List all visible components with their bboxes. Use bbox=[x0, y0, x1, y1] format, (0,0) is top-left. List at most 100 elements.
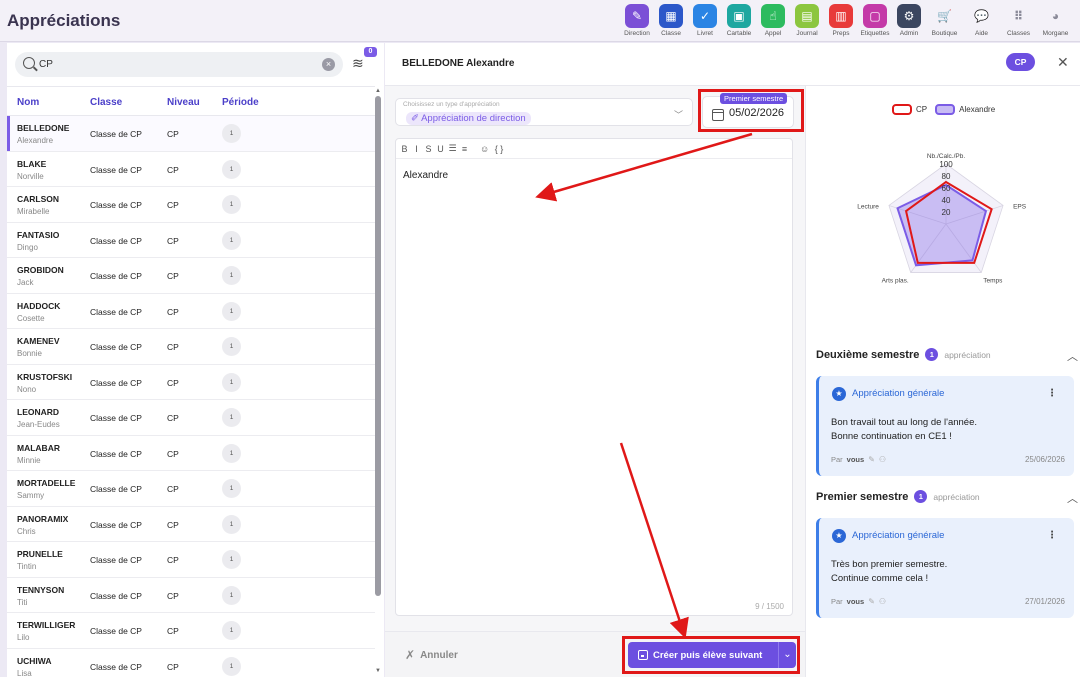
table-row[interactable]: BLAKE Norville Classe de CP CP 1 bbox=[7, 152, 375, 187]
table-row[interactable]: TERWILLIGER Lilo Classe de CP CP 1 bbox=[7, 613, 375, 649]
search-input[interactable] bbox=[39, 56, 309, 73]
student-class: Classe de CP bbox=[90, 661, 142, 672]
nav-label: Morgane bbox=[1042, 30, 1069, 37]
edit-icon[interactable]: ✎ bbox=[868, 597, 875, 606]
check-icon: ✓ bbox=[693, 4, 717, 28]
table-row[interactable]: MALABAR Minnie Classe de CP CP 1 bbox=[7, 436, 375, 471]
group-icon[interactable]: ⚇ bbox=[879, 597, 886, 606]
table-row[interactable]: MORTADELLE Sammy Classe de CP CP 1 bbox=[7, 471, 375, 507]
chevron-up-icon[interactable]: ︿ bbox=[1067, 490, 1078, 506]
appreciation-editor-zone: Choisissez un type d'appréciation ✐ Appr… bbox=[385, 86, 805, 677]
nav-item-aide[interactable]: 💬 Aide bbox=[963, 4, 1000, 37]
bullet-list-icon[interactable]: ☰ bbox=[448, 143, 457, 154]
legend-label-student: Alexandre bbox=[959, 105, 996, 114]
nav-item-morgane[interactable]: ◕ Morgane bbox=[1037, 4, 1074, 37]
underline-icon[interactable]: U bbox=[436, 144, 445, 154]
student-class: Classe de CP bbox=[90, 519, 142, 530]
table-row[interactable]: PANORAMIX Chris Classe de CP CP 1 bbox=[7, 507, 375, 542]
italic-icon[interactable]: I bbox=[412, 144, 421, 154]
student-last-name: BELLEDONE bbox=[17, 123, 70, 133]
group-icon[interactable]: ⚇ bbox=[879, 455, 886, 464]
table-row[interactable]: FANTASIO Dingo Classe de CP CP 1 bbox=[7, 223, 375, 258]
table-row[interactable]: GROBIDON Jack Classe de CP CP 1 bbox=[7, 258, 375, 294]
nav-item-journal[interactable]: ▤ Journal bbox=[790, 4, 824, 37]
table-row[interactable]: BELLEDONE Alexandre Classe de CP CP 1 bbox=[7, 116, 375, 152]
legend-swatch-cp[interactable] bbox=[892, 104, 912, 115]
radar-axis-label: Lecture bbox=[857, 203, 879, 210]
section-header[interactable]: Deuxième semestre 1 appréciation ︿ bbox=[816, 348, 1078, 364]
column-header-period[interactable]: Période bbox=[222, 97, 259, 108]
student-first-name: Jack bbox=[17, 278, 34, 287]
student-class: Classe de CP bbox=[90, 377, 142, 388]
search-icon bbox=[23, 57, 35, 69]
student-class: Classe de CP bbox=[90, 413, 142, 423]
student-last-name: TERWILLIGER bbox=[17, 620, 76, 630]
column-header-class[interactable]: Classe bbox=[90, 97, 122, 108]
chevron-up-icon[interactable]: ︿ bbox=[1067, 348, 1078, 364]
layers-icon[interactable]: ≋ bbox=[352, 56, 366, 70]
pen-icon: ✎ bbox=[625, 4, 649, 28]
student-first-name: Sammy bbox=[17, 491, 45, 500]
period-badge: 1 bbox=[222, 621, 241, 640]
table-row[interactable]: PRUNELLE Tintin Classe de CP CP 1 bbox=[7, 542, 375, 578]
emoji-icon[interactable]: ☺ bbox=[480, 144, 489, 154]
calendar-icon: ▤ bbox=[795, 4, 819, 28]
table-row[interactable]: TENNYSON Titi Classe de CP CP 1 bbox=[7, 578, 375, 613]
table-row[interactable]: HADDOCK Cosette Classe de CP CP 1 bbox=[7, 294, 375, 329]
table-row[interactable]: LEONARD Jean-Eudes Classe de CP CP 1 bbox=[7, 400, 375, 436]
column-header-name[interactable]: Nom bbox=[17, 97, 39, 108]
nav-label: Direction bbox=[624, 30, 650, 37]
nav-item-cartable[interactable]: ▣ Cartable bbox=[722, 4, 756, 37]
table-row[interactable]: KAMENEV Bonnie Classe de CP CP 1 bbox=[7, 329, 375, 365]
legend-swatch-student[interactable] bbox=[935, 104, 956, 115]
student-level: CP bbox=[167, 413, 179, 423]
student-level: CP bbox=[167, 342, 179, 352]
appreciation-card: ★ Appréciation générale ⋮ Bon travail to… bbox=[816, 376, 1074, 476]
scroll-down-arrow[interactable]: ▼ bbox=[375, 668, 381, 674]
table-row[interactable]: CARLSON Mirabelle Classe de CP CP 1 bbox=[7, 187, 375, 223]
rich-text-editor[interactable]: B I S U ☰ ≡ ☺{ } Alexandre 9 / 1500 bbox=[395, 138, 793, 616]
more-options-icon[interactable]: ⋮ bbox=[1047, 530, 1057, 541]
author-name: vous bbox=[846, 597, 865, 606]
nav-item-direction[interactable]: ✎ Direction bbox=[620, 4, 654, 37]
nav-item-preps[interactable]: ▥ Preps bbox=[824, 4, 858, 37]
nav-item-etiquettes[interactable]: ▢ Etiquettes bbox=[858, 4, 892, 37]
numbered-list-icon[interactable]: ≡ bbox=[460, 144, 469, 154]
close-icon[interactable]: ✕ bbox=[1057, 54, 1069, 71]
nav-item-appel[interactable]: ☝ Appel bbox=[756, 4, 790, 37]
appreciation-type-select[interactable]: Choisissez un type d'appréciation ✐ Appr… bbox=[395, 98, 693, 126]
student-first-name: Jean-Eudes bbox=[17, 420, 60, 429]
student-level: CP bbox=[167, 306, 179, 317]
card-title: Appréciation générale bbox=[852, 530, 945, 541]
nav-item-boutique[interactable]: 🛒 Boutique bbox=[926, 4, 963, 37]
scrollbar-thumb[interactable] bbox=[375, 96, 381, 596]
student-class: Classe de CP bbox=[90, 448, 142, 459]
nav-label: Classe bbox=[661, 30, 681, 37]
nav-label: Admin bbox=[899, 30, 919, 37]
nav-item-admin[interactable]: ⚙ Admin bbox=[892, 4, 926, 37]
period-badge: 1 bbox=[222, 266, 241, 285]
cancel-button[interactable]: ✗ Annuler bbox=[405, 648, 458, 662]
bold-icon[interactable]: B bbox=[400, 144, 409, 154]
student-last-name: LEONARD bbox=[17, 407, 60, 417]
scroll-up-arrow[interactable]: ▲ bbox=[375, 88, 381, 94]
clear-search-button[interactable]: × bbox=[322, 58, 335, 71]
table-row[interactable]: KRUSTOFSKI Nono Classe de CP CP 1 bbox=[7, 365, 375, 400]
nav-item-classes[interactable]: ⠿ Classes bbox=[1000, 4, 1037, 37]
strikethrough-icon[interactable]: S bbox=[424, 144, 433, 154]
table-row[interactable]: UCHIWA Lisa Classe de CP CP 1 bbox=[7, 649, 375, 677]
student-list-panel: × ≋ 0 Nom Classe Niveau Période BELLEDON… bbox=[7, 43, 384, 677]
section-header[interactable]: Premier semestre 1 appréciation ︿ bbox=[816, 490, 1078, 506]
card-text: Bon travail tout au long de l'année. Bon… bbox=[831, 416, 977, 444]
nav-item-classe[interactable]: ▦ Classe bbox=[654, 4, 688, 37]
more-options-icon[interactable]: ⋮ bbox=[1047, 388, 1057, 399]
nav-item-livret[interactable]: ✓ Livret bbox=[688, 4, 722, 37]
edit-icon[interactable]: ✎ bbox=[868, 455, 875, 464]
editor-content[interactable]: Alexandre bbox=[403, 170, 448, 181]
nav-label: Livret bbox=[697, 30, 713, 37]
student-first-name: Chris bbox=[17, 526, 36, 536]
code-icon[interactable]: { } bbox=[492, 144, 506, 154]
radar-chart: 20 40 60 80 100Nb./Calc./Pb. EPS Temps Arts pla… bbox=[857, 153, 1026, 285]
column-header-level[interactable]: Niveau bbox=[167, 97, 200, 108]
avatar-icon: ◕ bbox=[1051, 9, 1060, 23]
